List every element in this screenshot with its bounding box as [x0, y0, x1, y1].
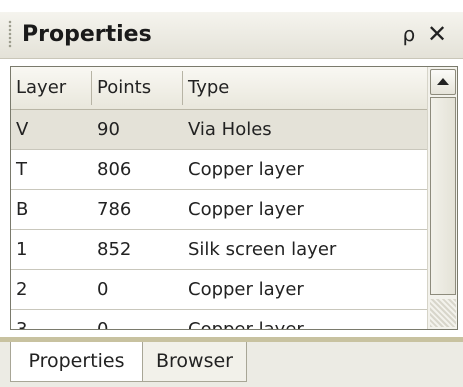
- cell-layer: 2: [16, 279, 28, 300]
- layer-table: Layer Points Type V 90 Via Holes T 806 Copper…: [10, 66, 458, 330]
- tab-properties[interactable]: Properties: [10, 342, 143, 382]
- tab-browser[interactable]: Browser: [143, 342, 247, 382]
- pin-icon[interactable]: ⍴: [399, 20, 419, 48]
- panel-titlebar[interactable]: Properties ⍴ ✕: [0, 12, 463, 59]
- panel-tabstrip: Properties Browser: [0, 337, 463, 387]
- scroll-up-button[interactable]: [430, 69, 456, 95]
- scroll-thumb[interactable]: [430, 97, 456, 295]
- cell-layer: B: [16, 199, 29, 220]
- scroll-track[interactable]: [430, 299, 456, 327]
- vertical-scrollbar[interactable]: [427, 67, 457, 329]
- cell-type: Copper layer: [188, 159, 304, 180]
- cell-points: 806: [97, 159, 132, 180]
- table-row[interactable]: T 806 Copper layer: [11, 150, 427, 190]
- cell-points: 0: [97, 279, 109, 300]
- cell-points: 0: [97, 319, 109, 330]
- cell-layer: 3: [16, 319, 28, 330]
- close-icon[interactable]: ✕: [426, 20, 448, 48]
- table-row[interactable]: B 786 Copper layer: [11, 190, 427, 230]
- arrow-up-icon: [437, 78, 449, 85]
- table-row[interactable]: 1 852 Silk screen layer: [11, 230, 427, 270]
- column-header-type[interactable]: Type: [183, 67, 423, 109]
- cell-points: 786: [97, 199, 132, 220]
- table-row[interactable]: 3 0 Copper layer: [11, 310, 427, 330]
- panel-title: Properties: [22, 22, 152, 47]
- table-row[interactable]: 2 0 Copper layer: [11, 270, 427, 310]
- cell-layer: V: [16, 119, 29, 140]
- cell-type: Silk screen layer: [188, 239, 337, 260]
- cell-type: Copper layer: [188, 319, 304, 330]
- drag-grip-icon[interactable]: [8, 20, 12, 48]
- cell-type: Via Holes: [188, 119, 272, 140]
- table-header: Layer Points Type: [11, 67, 427, 110]
- column-header-layer[interactable]: Layer: [11, 67, 91, 109]
- cell-points: 852: [97, 239, 132, 260]
- properties-panel: Properties ⍴ ✕ Layer Points Type V 90 Via …: [0, 0, 463, 387]
- column-header-points[interactable]: Points: [92, 67, 182, 109]
- cell-points: 90: [97, 119, 120, 140]
- cell-layer: T: [16, 159, 27, 180]
- cell-layer: 1: [16, 239, 28, 260]
- table-row[interactable]: V 90 Via Holes: [11, 110, 427, 150]
- cell-type: Copper layer: [188, 279, 304, 300]
- cell-type: Copper layer: [188, 199, 304, 220]
